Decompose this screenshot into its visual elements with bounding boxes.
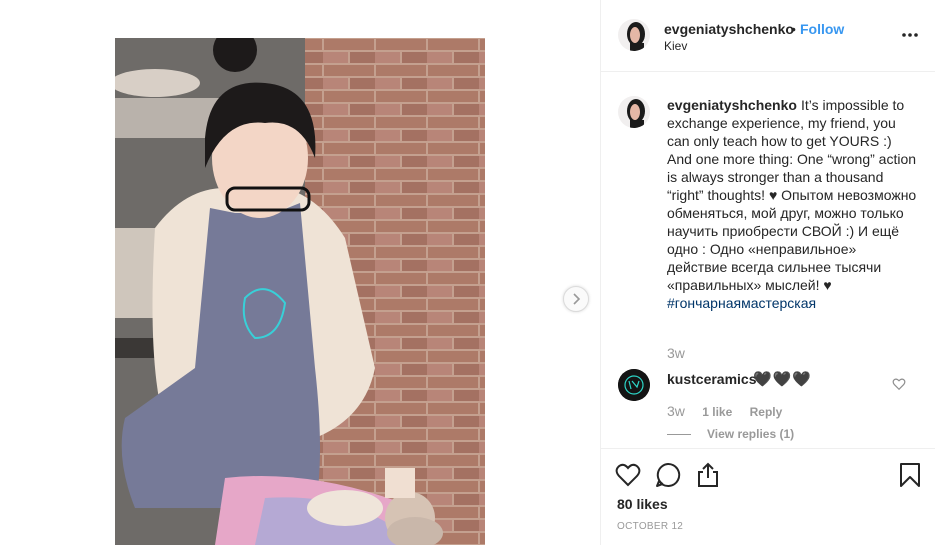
replies-divider-line bbox=[667, 434, 691, 436]
caption-username[interactable]: evgeniatyshchenko bbox=[667, 97, 797, 113]
post-details-panel: evgeniatyshchenko • Follow Kiev evgeniat… bbox=[600, 0, 935, 545]
avatar-image bbox=[618, 369, 650, 401]
commenter-avatar[interactable] bbox=[618, 369, 650, 401]
hashtag-link[interactable]: #гончарнаямастерская bbox=[667, 294, 917, 312]
comment-text: 🖤🖤🖤 bbox=[753, 371, 813, 388]
likes-count[interactable]: 80 likes bbox=[617, 496, 668, 512]
caption-timestamp[interactable]: 3w bbox=[667, 345, 685, 361]
comment-icon[interactable] bbox=[655, 462, 681, 488]
comment-likes[interactable]: 1 like bbox=[702, 405, 732, 419]
chevron-right-icon bbox=[573, 293, 581, 305]
follow-button[interactable]: Follow bbox=[800, 21, 844, 37]
comment-timestamp[interactable]: 3w bbox=[667, 403, 685, 419]
author-username[interactable]: evgeniatyshchenko bbox=[664, 21, 794, 37]
post-photo[interactable] bbox=[115, 38, 485, 545]
comment-item: kustceramics 🖤🖤🖤 3w 1 like Reply View re… bbox=[601, 366, 935, 446]
comment-meta: 3w 1 like Reply bbox=[667, 403, 782, 419]
caption-avatar[interactable] bbox=[618, 96, 650, 128]
post-header: evgeniatyshchenko • Follow Kiev bbox=[601, 0, 935, 72]
author-avatar[interactable] bbox=[618, 19, 650, 51]
caption-block: evgeniatyshchenko It’s impossible to exch… bbox=[601, 72, 935, 372]
post-location[interactable]: Kiev bbox=[664, 39, 687, 53]
next-photo-button[interactable] bbox=[563, 286, 589, 312]
comment-like-icon[interactable] bbox=[892, 377, 906, 391]
avatar-image bbox=[618, 19, 650, 51]
post-actions: 80 likes OCTOBER 12 bbox=[601, 448, 935, 545]
bookmark-icon[interactable] bbox=[897, 462, 923, 488]
view-replies-button[interactable]: View replies (1) bbox=[667, 427, 794, 441]
separator-dot: • bbox=[791, 21, 796, 37]
caption-body: It’s impossible to exchange experience, … bbox=[667, 97, 917, 293]
share-icon[interactable] bbox=[695, 462, 721, 488]
instagram-post-modal: evgeniatyshchenko • Follow Kiev evgeniat… bbox=[0, 0, 935, 545]
reply-button[interactable]: Reply bbox=[750, 405, 783, 419]
avatar-image bbox=[618, 96, 650, 128]
post-date[interactable]: OCTOBER 12 bbox=[617, 521, 683, 532]
heart-icon[interactable] bbox=[615, 462, 641, 488]
caption-text: evgeniatyshchenko It’s impossible to exch… bbox=[667, 96, 917, 312]
view-replies-label: View replies (1) bbox=[707, 427, 795, 441]
pottery-photo-illustration bbox=[115, 38, 485, 545]
more-options-icon[interactable] bbox=[901, 25, 919, 45]
media-area bbox=[0, 0, 600, 545]
commenter-username[interactable]: kustceramics bbox=[667, 371, 757, 387]
